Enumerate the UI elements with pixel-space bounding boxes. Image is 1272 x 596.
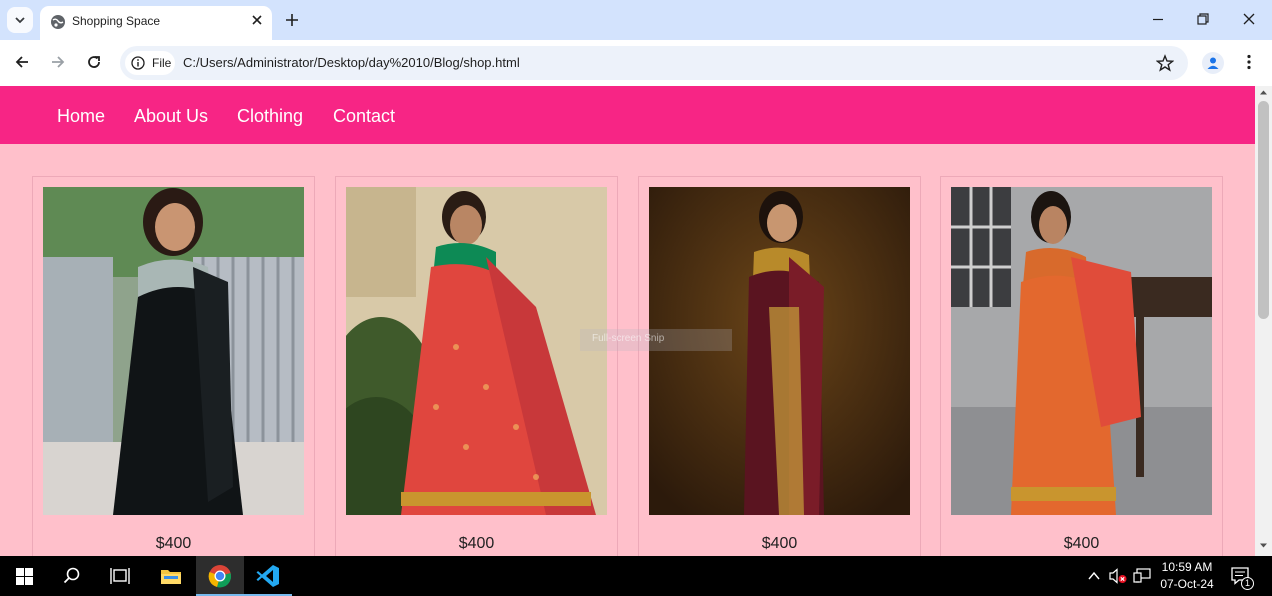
scroll-down-icon[interactable] bbox=[1259, 541, 1268, 550]
page-viewport: Home About Us Clothing Contact $400 $400… bbox=[0, 86, 1272, 556]
product-price: $400 bbox=[155, 535, 192, 552]
tab-search-button[interactable] bbox=[7, 7, 33, 33]
scroll-up-icon[interactable] bbox=[1259, 88, 1268, 97]
tray-overflow-button[interactable] bbox=[1083, 556, 1105, 596]
folder-icon bbox=[161, 570, 181, 584]
product-card[interactable]: $400 bbox=[940, 176, 1223, 556]
clock-date: 07-Oct-24 bbox=[1160, 577, 1214, 591]
nav-contact[interactable]: Contact bbox=[333, 106, 395, 127]
bookmark-star-icon[interactable] bbox=[1156, 54, 1174, 72]
task-view-icon bbox=[110, 568, 130, 584]
product-card[interactable]: $400 bbox=[32, 176, 315, 556]
info-icon bbox=[131, 56, 145, 70]
start-button[interactable] bbox=[0, 556, 48, 596]
notification-count: 1 bbox=[1241, 577, 1254, 590]
restore-icon[interactable] bbox=[1195, 11, 1211, 27]
task-view-button[interactable] bbox=[96, 556, 144, 596]
chevron-up-icon bbox=[1088, 571, 1100, 580]
back-icon[interactable] bbox=[13, 53, 31, 71]
vscode-taskbar-button[interactable] bbox=[244, 556, 292, 596]
site-navbar: Home About Us Clothing Contact bbox=[0, 86, 1255, 144]
chrome-taskbar-button[interactable] bbox=[196, 556, 244, 596]
notification-center-button[interactable]: 1 bbox=[1226, 556, 1256, 596]
nav-home[interactable]: Home bbox=[57, 106, 105, 127]
network-icon bbox=[1133, 568, 1151, 583]
product-card[interactable]: $400 bbox=[335, 176, 618, 556]
profile-avatar[interactable] bbox=[1202, 52, 1224, 74]
clock-time: 10:59 AM bbox=[1161, 560, 1213, 574]
product-card[interactable]: $400 bbox=[638, 176, 921, 556]
product-image-black-saree[interactable] bbox=[43, 187, 304, 515]
url-text[interactable]: C:/Users/Administrator/Desktop/day%2010/… bbox=[183, 55, 520, 70]
close-window-icon[interactable] bbox=[1241, 11, 1257, 27]
site-info-chip[interactable]: File bbox=[125, 51, 175, 75]
search-icon bbox=[63, 567, 80, 584]
product-image-red-saree[interactable] bbox=[346, 187, 607, 515]
minimize-icon[interactable] bbox=[1150, 11, 1166, 27]
forward-icon[interactable] bbox=[49, 53, 67, 71]
chrome-icon bbox=[208, 565, 232, 588]
close-tab-icon[interactable] bbox=[250, 13, 264, 27]
windows-logo-icon bbox=[15, 567, 33, 585]
chevron-down-icon bbox=[15, 17, 25, 24]
windows-taskbar: 10:59 AM 07-Oct-24 1 bbox=[0, 556, 1272, 596]
page-scrollbar[interactable] bbox=[1255, 86, 1272, 556]
new-tab-icon[interactable] bbox=[282, 10, 302, 30]
file-explorer-button[interactable] bbox=[147, 556, 195, 596]
scrollbar-thumb[interactable] bbox=[1258, 101, 1269, 319]
address-bar[interactable]: File C:/Users/Administrator/Desktop/day%… bbox=[120, 46, 1188, 80]
browser-toolbar: File C:/Users/Administrator/Desktop/day%… bbox=[0, 40, 1272, 86]
globe-icon bbox=[51, 15, 65, 29]
taskbar-clock[interactable]: 10:59 AM 07-Oct-24 bbox=[1150, 559, 1224, 593]
product-image-maroon-saree[interactable] bbox=[649, 187, 910, 515]
site-chip-label: File bbox=[152, 56, 172, 70]
snip-overlay-label: Full-screen Snip bbox=[580, 329, 732, 351]
product-price: $400 bbox=[458, 535, 495, 552]
vscode-icon bbox=[256, 565, 279, 587]
product-image-orange-saree[interactable] bbox=[951, 187, 1212, 515]
product-price: $400 bbox=[1063, 535, 1100, 552]
volume-muted-icon bbox=[1109, 568, 1127, 584]
reload-icon[interactable] bbox=[85, 53, 103, 71]
nav-about-us[interactable]: About Us bbox=[134, 106, 208, 127]
volume-button[interactable] bbox=[1107, 556, 1129, 596]
product-price: $400 bbox=[761, 535, 798, 552]
person-icon bbox=[1207, 57, 1219, 69]
tab-shopping-space[interactable]: Shopping Space bbox=[40, 6, 272, 40]
tab-strip: Shopping Space bbox=[0, 0, 1272, 40]
tab-title: Shopping Space bbox=[72, 14, 161, 28]
nav-clothing[interactable]: Clothing bbox=[237, 106, 303, 127]
search-button[interactable] bbox=[48, 556, 96, 596]
menu-kebab-icon[interactable] bbox=[1240, 53, 1258, 71]
